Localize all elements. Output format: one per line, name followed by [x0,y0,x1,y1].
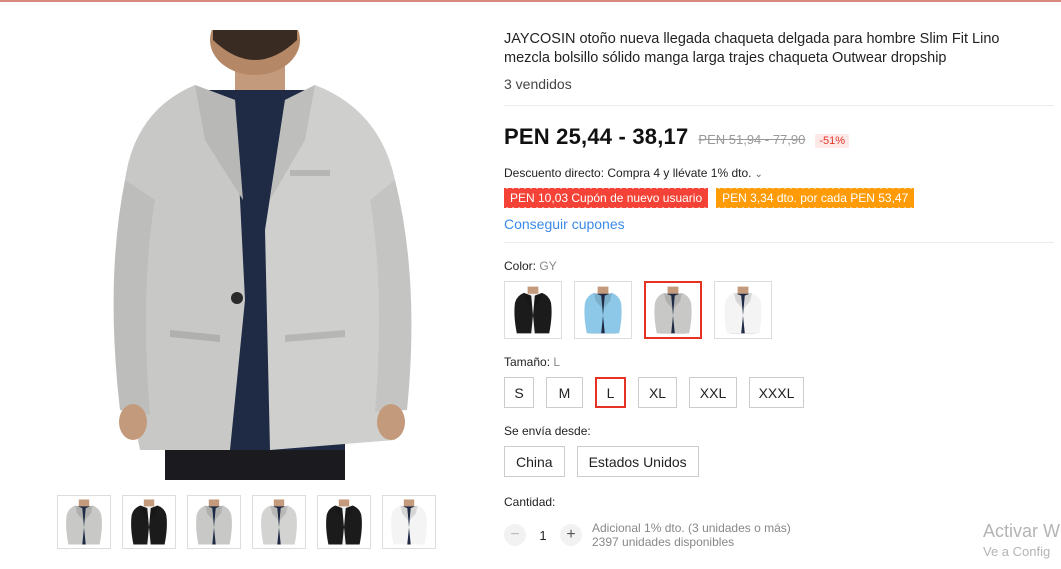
size-selected-value: L [553,355,561,369]
os-activation-watermark: Activar W Ve a Config [983,521,1060,559]
ship-from-option[interactable]: Estados Unidos [576,446,699,477]
watermark-line-2: Ve a Config [983,544,1051,559]
thumbnail-black-front[interactable] [122,495,176,549]
spend-coupon[interactable]: PEN 3,34 dto. por cada PEN 53,47 [716,187,915,208]
thumbnail-black-flat[interactable] [317,495,371,549]
size-option-xxxl[interactable]: XXXL [749,377,804,408]
size-label: Tamaño: L [504,355,1054,369]
divider [504,242,1054,243]
thumbnail-white-flat[interactable] [382,495,436,549]
top-accent-strip [0,0,1061,2]
quantity-label: Cantidad: [504,495,556,509]
thumbnail-gray-back[interactable] [187,495,241,549]
size-option-xxl[interactable]: XXL [689,377,737,408]
current-price: PEN 25,44 - 38,17 [504,124,689,149]
ship-from-label: Se envía desde: [504,424,591,438]
color-swatch-light-blue[interactable] [574,281,632,339]
color-swatch-white[interactable] [714,281,772,339]
thumbnail-gray-flat[interactable] [252,495,306,549]
color-swatch-black[interactable] [504,281,562,339]
quantity-minus-button[interactable]: − [504,524,526,546]
color-options [504,281,1054,339]
stock-note: 2397 unidades disponibles [592,535,735,549]
thumbnail-strip [57,495,436,549]
size-option-l[interactable]: L [595,377,626,408]
color-swatch-gray[interactable] [644,281,702,339]
ship-from-options: China Estados Unidos [504,446,1054,477]
direct-discount-text: Descuento directo: Compra 4 y llévate 1%… [504,166,752,180]
main-product-image[interactable] [95,30,425,480]
quantity-stepper: − 1 + Adicional 1% dto. (3 unidades o má… [504,521,1054,549]
product-info: JAYCOSIN otoño nueva llegada chaqueta de… [504,30,1054,549]
quantity-note: Adicional 1% dto. (3 unidades o más) 239… [592,521,791,549]
size-label-text: Tamaño: [504,355,551,369]
original-price: PEN 51,94 - 77,90 [698,132,806,147]
color-label: Color: GY [504,259,1054,273]
size-option-xl[interactable]: XL [638,377,677,408]
ship-from-option[interactable]: China [504,446,565,477]
divider [504,105,1054,106]
discount-badge: -51% [815,134,850,148]
color-label-text: Color: [504,259,537,273]
watermark-line-1: Activar W [983,521,1061,541]
size-options: S M L XL XXL XXXL [504,377,1054,408]
size-option-m[interactable]: M [546,377,583,408]
bulk-discount-note: Adicional 1% dto. (3 unidades o más) [592,521,791,535]
coupon-row: PEN 10,03 Cupón de nuevo usuario PEN 3,3… [504,187,1054,208]
get-coupons-link[interactable]: Conseguir cupones [504,216,1054,232]
price-row: PEN 25,44 - 38,17 PEN 51,94 - 77,90 -51% [504,124,1054,150]
color-selected-value: GY [539,259,557,273]
quantity-plus-button[interactable]: + [560,524,582,546]
size-option-s[interactable]: S [504,377,534,408]
sold-count: 3 vendidos [504,76,572,92]
chevron-down-icon: ⌄ [754,169,763,180]
thumbnail-gray-front[interactable] [57,495,111,549]
quantity-value[interactable]: 1 [526,528,560,543]
product-title: JAYCOSIN otoño nueva llegada chaqueta de… [504,31,1000,66]
direct-discount[interactable]: Descuento directo: Compra 4 y llévate 1%… [504,166,1054,180]
new-user-coupon[interactable]: PEN 10,03 Cupón de nuevo usuario [504,187,709,208]
